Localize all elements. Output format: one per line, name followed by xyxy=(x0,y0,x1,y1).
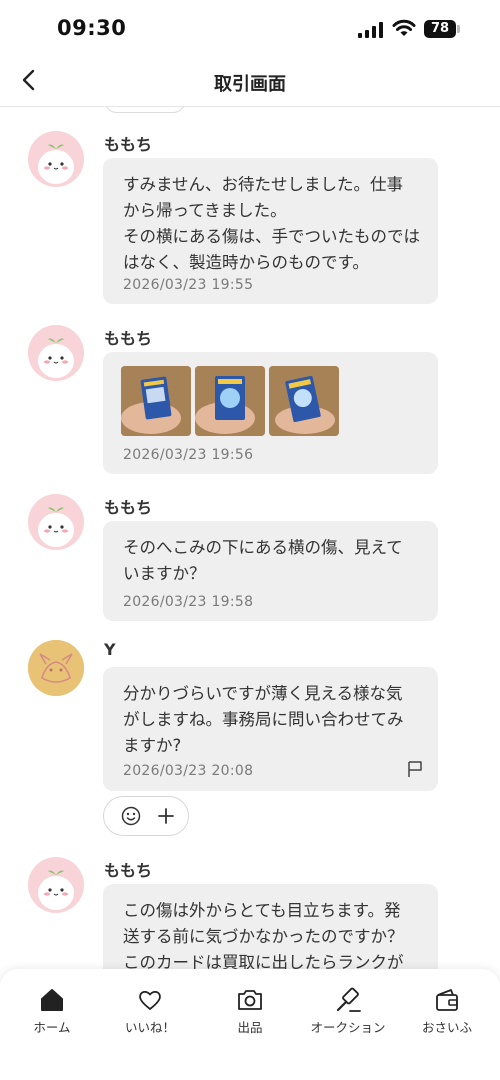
card-photo-thumbnail[interactable] xyxy=(121,366,191,436)
nav-label: おさいふ xyxy=(421,1020,472,1035)
nav-sell[interactable]: 出品 xyxy=(200,987,300,1036)
sender-name: Y xyxy=(104,640,116,659)
nav-label: いいね！ xyxy=(124,1020,175,1035)
nav-home[interactable]: ホーム xyxy=(2,987,102,1036)
message-bubble[interactable]: 分かりづらいですが薄く見える様な気 がしますね。事務局に問い合わせてみ ますか?… xyxy=(103,667,438,791)
battery-icon: 78 xyxy=(424,20,456,38)
home-icon xyxy=(41,989,63,1011)
message-line: すみません、お待たせしました。仕事 xyxy=(123,175,404,194)
card-photo-icon xyxy=(269,366,339,436)
mochi-character-icon xyxy=(38,870,74,910)
heart-icon xyxy=(139,990,161,1010)
page-title: 取引画面 xyxy=(214,74,286,95)
mochi-character-icon xyxy=(38,507,74,547)
message-line: いますか？ xyxy=(123,564,206,583)
message-timestamp: 2026/03/23 19:56 xyxy=(123,447,254,463)
reaction-pill-partial[interactable] xyxy=(104,107,186,113)
card-photo-thumbnail[interactable] xyxy=(195,366,265,436)
pikachu-avatar-icon xyxy=(28,640,84,696)
message-line: 分かりづらいですが薄く見える様な気 xyxy=(123,684,403,703)
message-line: 送する前に気づかなかったのですか？ xyxy=(123,927,404,946)
message-timestamp: 2026/03/23 19:58 xyxy=(123,594,254,610)
wallet-icon xyxy=(436,989,458,1011)
message-line: この傷は外からとても目立ちます。発 xyxy=(123,901,401,920)
message-line: このカードは買取に出したらランクが xyxy=(123,953,404,969)
message-line: その横にある傷は、手でついたものでは xyxy=(123,227,420,246)
message-bubble[interactable]: そのへこみの下にある横の傷、見えて いますか？ 2026/03/23 19:58 xyxy=(103,521,438,621)
card-photo-icon xyxy=(121,366,191,436)
message-line: はなく、製造時からのものです。 xyxy=(123,253,369,272)
sender-name: ももち xyxy=(104,498,153,517)
message-line: そのへこみの下にある横の傷、見えて xyxy=(123,538,403,557)
avatar[interactable] xyxy=(28,640,84,696)
nav-likes[interactable]: いいね！ xyxy=(100,987,200,1036)
message-line: から帰ってきました。 xyxy=(123,201,287,220)
cellular-signal-icon xyxy=(358,22,383,38)
add-reaction-smile-icon[interactable] xyxy=(121,806,141,826)
wifi-icon xyxy=(392,19,416,36)
nav-label: 出品 xyxy=(237,1020,263,1035)
message-timestamp: 2026/03/23 19:55 xyxy=(123,277,254,293)
camera-icon xyxy=(238,990,262,1010)
sender-name: ももち xyxy=(104,135,153,154)
mochi-character-icon xyxy=(38,338,74,378)
nav-label: ホーム xyxy=(33,1020,71,1035)
message-bubble[interactable]: 2026/03/23 19:56 xyxy=(103,352,438,474)
chat-area[interactable]: ももち すみません、お待たせしました。仕事 から帰ってきました。 その横にある傷… xyxy=(0,107,500,969)
avatar[interactable] xyxy=(28,131,84,187)
gavel-icon xyxy=(336,987,361,1012)
reaction-pill[interactable] xyxy=(103,796,189,836)
avatar[interactable] xyxy=(28,494,84,550)
avatar[interactable] xyxy=(28,325,84,381)
status-time: 09:30 xyxy=(57,16,127,40)
card-photo-thumbnail[interactable] xyxy=(269,366,339,436)
message-bubble[interactable]: この傷は外からとても目立ちます。発 送する前に気づかなかったのですか？ このカー… xyxy=(103,884,438,969)
message-text: すみません、お待たせしました。仕事 から帰ってきました。 その横にある傷は、手で… xyxy=(123,172,422,276)
mochi-character-icon xyxy=(38,144,74,184)
message-bubble[interactable]: すみません、お待たせしました。仕事 から帰ってきました。 その横にある傷は、手で… xyxy=(103,158,438,304)
message-text: そのへこみの下にある横の傷、見えて いますか？ xyxy=(123,535,422,587)
nav-wallet[interactable]: おさいふ xyxy=(397,987,497,1036)
nav-label: オークション xyxy=(310,1020,386,1035)
sender-name: ももち xyxy=(104,329,153,348)
header: 取引画面 xyxy=(0,60,500,107)
message-text: この傷は外からとても目立ちます。発 送する前に気づかなかったのですか？ このカー… xyxy=(123,898,422,969)
bottom-nav: ホーム いいね！ 出品 オークション おさいふ xyxy=(0,969,500,1080)
avatar[interactable] xyxy=(28,857,84,913)
message-text: 分かりづらいですが薄く見える様な気 がしますね。事務局に問い合わせてみ ますか? xyxy=(123,681,422,759)
battery-tip xyxy=(457,25,460,33)
plus-icon[interactable] xyxy=(156,806,176,826)
message-line: ますか? xyxy=(123,736,182,755)
status-bar: 09:30 78 xyxy=(0,0,500,60)
message-timestamp: 2026/03/23 20:08 xyxy=(123,763,254,779)
nav-auction[interactable]: オークション xyxy=(298,987,398,1036)
report-flag-icon[interactable] xyxy=(406,760,424,778)
sender-name: ももち xyxy=(104,861,153,880)
card-photo-icon xyxy=(195,366,265,436)
message-line: がしますね。事務局に問い合わせてみ xyxy=(123,710,404,729)
